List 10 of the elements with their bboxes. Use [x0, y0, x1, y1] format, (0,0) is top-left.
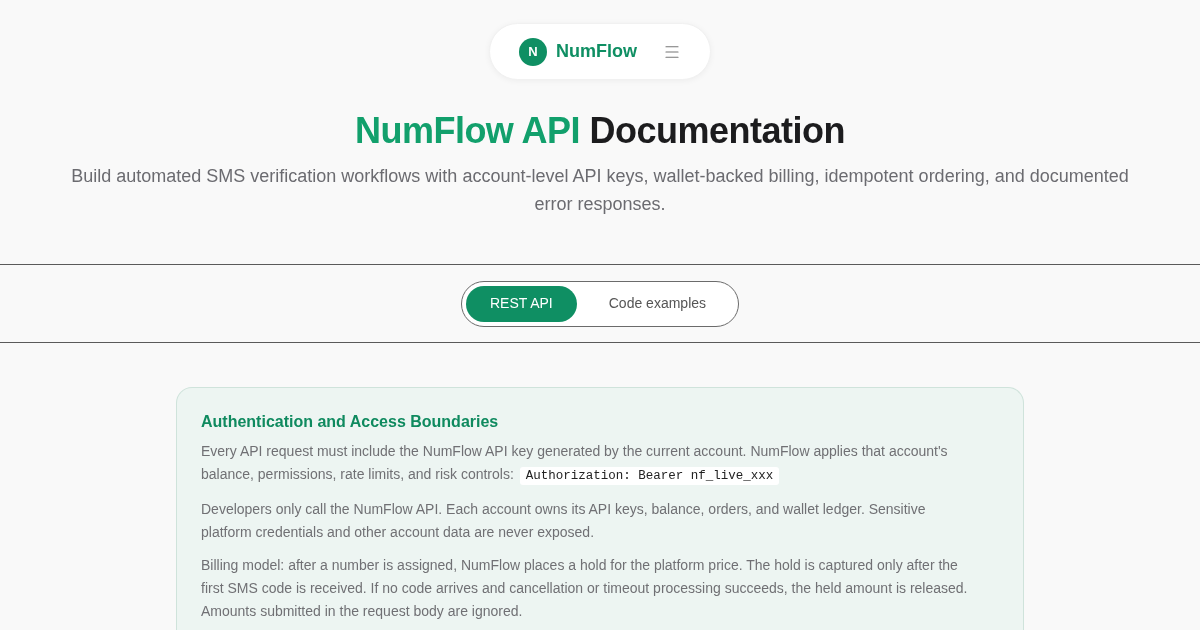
section-paragraph: Billing model: after a number is assigned, NumFlow places a hold for the platform price. The hold is captured only after the first SMS code is received. If no code arrives and cancellation or timeout processing succeeds, the held amount is released. Amounts submitted in the request body are ignored. — [201, 556, 969, 621]
brand-name[interactable]: NumFlow — [556, 38, 637, 65]
section-paragraph: Every API request must include the NumFlow API key generated by the current account. NumFlow applies that account's balance, permissions, rate limits, and risk controls: Authorization: Bearer nf_live_xxx — [201, 442, 949, 487]
page-title: NumFlow API Documentation — [353, 110, 847, 152]
logo-badge[interactable]: N — [519, 37, 547, 66]
page-subtitle: Build automated SMS verification workflows with account-level API keys, wallet-backed billing, idempotent ordering, and documented error responses. — [70, 165, 1130, 216]
tab[interactable]: REST API — [465, 285, 577, 322]
section-title: Authentication and Access Boundaries — [201, 412, 500, 432]
tab[interactable]: Code examples — [580, 285, 735, 322]
section-paragraph: Developers only call the NumFlow API. Each account owns its API keys, balance, orders, and wallet ledger. Sensitive platform credentials and other account data are never exposed. — [201, 500, 927, 542]
